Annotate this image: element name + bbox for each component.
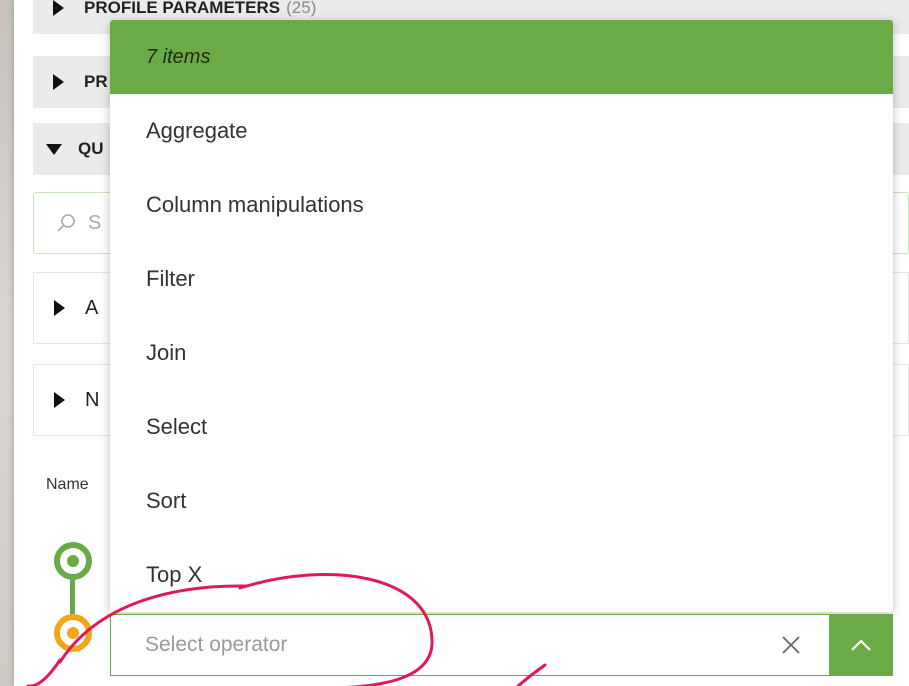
section-title: QU bbox=[78, 139, 104, 158]
expand-triangle-icon bbox=[53, 0, 64, 16]
subsection-label: N bbox=[85, 388, 100, 411]
operator-dropdown-list: 7 items Aggregate Column manipulations F… bbox=[110, 20, 893, 612]
dropdown-item-count: 7 items bbox=[110, 20, 893, 94]
dropdown-option-join[interactable]: Join bbox=[110, 316, 893, 390]
dropdown-option-sort[interactable]: Sort bbox=[110, 464, 893, 538]
operator-select-placeholder: Select operator bbox=[145, 633, 288, 656]
expand-triangle-icon bbox=[54, 392, 65, 408]
operator-select-input[interactable]: Select operator bbox=[110, 614, 829, 676]
expand-triangle-icon bbox=[54, 300, 65, 316]
dropdown-option-column-manipulations[interactable]: Column manipulations bbox=[110, 168, 893, 242]
dropdown-option-top-x[interactable]: Top X bbox=[110, 538, 893, 612]
section-title: PROFILE PARAMETERS bbox=[84, 0, 281, 17]
dropdown-option-aggregate[interactable]: Aggregate bbox=[110, 94, 893, 168]
section-title: PR bbox=[84, 72, 108, 91]
chevron-up-icon bbox=[851, 639, 871, 651]
operator-select[interactable]: Select operator bbox=[110, 614, 893, 676]
dropdown-option-filter[interactable]: Filter bbox=[110, 242, 893, 316]
dropdown-option-select[interactable]: Select bbox=[110, 390, 893, 464]
node-connector bbox=[70, 578, 75, 618]
start-node-icon[interactable] bbox=[54, 542, 92, 580]
name-column-label: Name bbox=[46, 476, 89, 493]
subsection-label: A bbox=[85, 296, 99, 319]
section-count: (25) bbox=[286, 0, 317, 17]
collapse-triangle-icon bbox=[46, 143, 62, 155]
expand-triangle-icon bbox=[53, 74, 64, 90]
dropdown-toggle-button[interactable] bbox=[829, 614, 893, 676]
search-icon bbox=[57, 214, 75, 232]
close-icon[interactable] bbox=[781, 630, 801, 662]
search-placeholder: S bbox=[88, 211, 102, 234]
operator-node-icon[interactable] bbox=[54, 614, 92, 652]
